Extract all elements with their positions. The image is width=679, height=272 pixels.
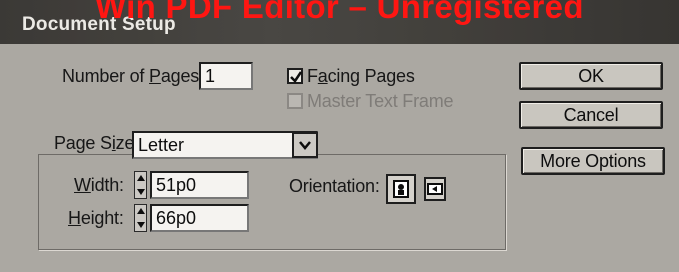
height-input[interactable]: 66p0 xyxy=(150,204,249,232)
number-of-pages-label-suffix: ages: xyxy=(160,66,204,86)
number-of-pages-label-mnemonic: P xyxy=(149,66,161,86)
height-label-suffix: eight: xyxy=(80,208,124,228)
page-size-label: Page Size: xyxy=(50,133,144,154)
document-setup-dialog: Document Setup Win PDF Editor – Unregist… xyxy=(0,0,679,272)
facing-pages-checkbox[interactable] xyxy=(287,68,303,84)
facing-pages-label-mnemonic: a xyxy=(317,66,328,86)
landscape-orientation-button[interactable] xyxy=(424,177,446,201)
facing-pages-label-prefix: F xyxy=(307,66,318,86)
checkmark-icon xyxy=(290,71,303,83)
portrait-orientation-icon xyxy=(393,180,409,198)
ok-button[interactable]: OK xyxy=(519,62,663,90)
height-label-mnemonic: H xyxy=(68,208,81,228)
height-spin-up-icon[interactable] xyxy=(137,208,145,214)
master-text-frame-label: Master Text Frame xyxy=(307,91,454,111)
landscape-orientation-icon xyxy=(427,183,443,195)
number-of-pages-input[interactable]: 1 xyxy=(199,62,253,90)
page-size-label-prefix: Page S xyxy=(54,133,112,153)
width-label-suffix: idth: xyxy=(90,175,124,195)
width-input[interactable]: 51p0 xyxy=(150,171,249,199)
cancel-button[interactable]: Cancel xyxy=(519,101,663,129)
orientation-label: Orientation: xyxy=(289,176,380,196)
master-text-frame-checkbox[interactable] xyxy=(287,93,303,109)
number-of-pages-label: Number of Pages: xyxy=(62,66,204,87)
width-spin-down-icon[interactable] xyxy=(137,189,145,195)
height-label: Height: xyxy=(68,208,124,229)
width-spin-up-icon[interactable] xyxy=(137,175,145,181)
more-options-button[interactable]: More Options xyxy=(521,147,665,175)
facing-pages-label: Facing Pages xyxy=(307,66,415,87)
page-size-select[interactable]: Letter xyxy=(132,131,318,159)
width-label: Width: xyxy=(74,175,124,196)
width-spin-arrows[interactable] xyxy=(134,171,147,199)
page-size-group xyxy=(38,154,506,250)
height-spin-down-icon[interactable] xyxy=(137,222,145,228)
page-size-dropdown-button[interactable] xyxy=(292,132,318,158)
facing-pages-label-suffix: cing Pages xyxy=(327,66,415,86)
width-label-mnemonic: W xyxy=(74,175,91,195)
height-spin-arrows[interactable] xyxy=(134,204,147,232)
number-of-pages-label-prefix: Number of xyxy=(62,66,150,86)
chevron-down-icon xyxy=(299,141,311,150)
watermark-text: Win PDF Editor – Unregistered xyxy=(95,0,584,25)
portrait-orientation-button[interactable] xyxy=(386,174,416,204)
